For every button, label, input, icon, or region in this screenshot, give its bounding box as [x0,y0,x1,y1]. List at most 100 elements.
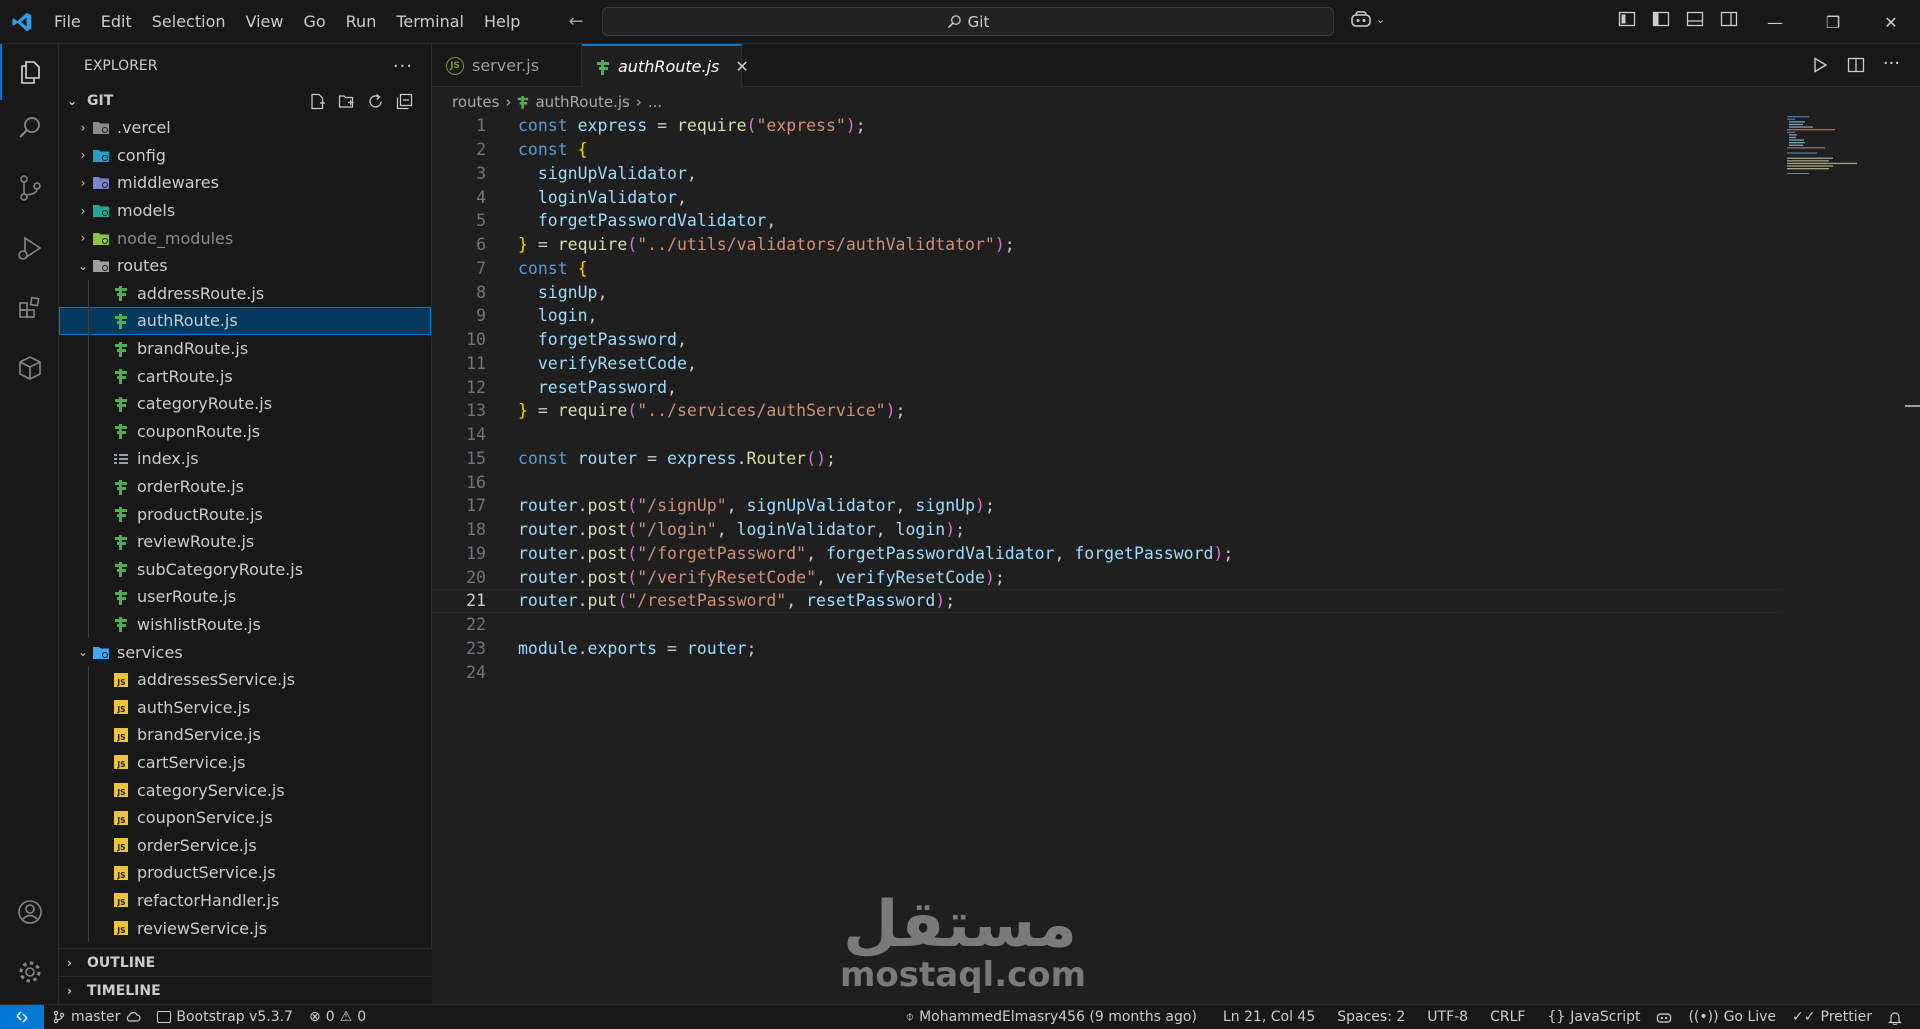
menu-item-help[interactable]: Help [474,0,530,44]
notifications-status[interactable] [1880,1010,1910,1025]
accounts-activity[interactable] [0,884,59,940]
tree-file[interactable]: JS brandService.js [59,721,431,749]
outline-section[interactable]: › OUTLINE [59,948,432,976]
code-line: 1 const express = require("express"); [432,114,1782,138]
tree-folder[interactable]: ⌄ services [59,638,431,666]
tree-file[interactable]: index.js [59,445,431,473]
menu-item-edit[interactable]: Edit [91,0,142,44]
code-editor[interactable]: 1 const express = require("express"); 2 con… [432,114,1782,682]
watermark-arabic: مستقل [842,888,1079,962]
tree-folder[interactable]: ⌄ routes [59,252,431,280]
tree-file[interactable]: JS addressesService.js [59,666,431,694]
cursor-position[interactable]: Ln 21, Col 45 [1215,1009,1323,1025]
menu-item-view[interactable]: View [236,0,294,44]
collapse-all-icon[interactable] [396,93,413,110]
tree-file[interactable]: JS couponService.js [59,804,431,832]
tree-file[interactable]: orderRoute.js [59,473,431,501]
tree-file[interactable]: JS authService.js [59,693,431,721]
line-number: 3 [476,163,486,183]
tree-folder[interactable]: › config [59,142,431,170]
bootstrap-status[interactable]: Bootstrap v5.3.7 [149,1009,301,1025]
editor-scrollbar[interactable] [1905,87,1920,1004]
tree-file[interactable]: addressRoute.js [59,280,431,308]
tree-file[interactable]: cartRoute.js [59,362,431,390]
breadcrumb-file[interactable]: authRoute.js [535,93,629,111]
tree-folder[interactable]: › .vercel [59,114,431,142]
customize-layout-icon[interactable] [1618,10,1636,28]
prettier-status[interactable]: ✓✓ Prettier [1784,1009,1880,1025]
tree-item-label: wishlistRoute.js [137,614,261,634]
toggle-secondary-sidebar-icon[interactable] [1720,10,1738,28]
tree-file[interactable]: JS orderService.js [59,831,431,859]
menu-item-run[interactable]: Run [336,0,387,44]
tree-file[interactable]: JS refactorHandler.js [59,887,431,915]
minimize-icon[interactable]: — [1746,0,1804,44]
toggle-primary-sidebar-icon[interactable] [1652,10,1670,28]
tab-server-js[interactable]: JS server.js [432,44,582,87]
menu-item-terminal[interactable]: Terminal [386,0,474,44]
workspace-folder-header[interactable]: ⌄ GIT [59,88,431,114]
tree-file[interactable]: JS productService.js [59,859,431,887]
line-number: 15 [466,448,486,468]
tree-file[interactable]: JS reviewService.js [59,914,431,942]
tab-authroute-js[interactable]: authRoute.js ✕ [582,44,749,87]
tree-folder[interactable]: › node_modules [59,224,431,252]
search-activity[interactable] [0,100,59,156]
problems-status[interactable]: ⊗ 0 ⚠ 0 [301,1009,374,1025]
tree-file[interactable]: JS cartService.js [59,749,431,777]
tree-item-label: index.js [137,449,199,469]
tree-file[interactable]: reviewRoute.js [59,528,431,556]
refresh-icon[interactable] [367,93,384,110]
split-editor-icon[interactable] [1847,56,1865,74]
tree-file[interactable]: userRoute.js [59,583,431,611]
timeline-section[interactable]: › TIMELINE [59,976,432,1004]
tree-file[interactable]: productRoute.js [59,500,431,528]
tree-file[interactable]: subCategoryRoute.js [59,556,431,584]
breadcrumb-more[interactable]: ... [648,93,662,111]
explorer-activity[interactable] [0,44,59,100]
tree-file[interactable]: authRoute.js [59,307,431,335]
chevron-down-icon: ⌄ [77,645,89,660]
close-window-icon[interactable]: ✕ [1862,0,1920,44]
back-arrow-icon[interactable]: ← [568,11,583,32]
indentation-status[interactable]: Spaces: 2 [1329,1009,1413,1025]
run-debug-activity[interactable] [0,220,59,276]
menu-item-file[interactable]: File [44,0,91,44]
branch-status[interactable]: master [44,1009,149,1025]
remote-indicator[interactable] [0,1004,44,1029]
line-number: 22 [466,615,486,635]
new-folder-icon[interactable] [338,93,355,110]
tree-file[interactable]: wishlistRoute.js [59,611,431,639]
new-file-icon[interactable] [309,93,326,110]
eol-status[interactable]: CRLF [1482,1009,1533,1025]
encoding-status[interactable]: UTF-8 [1419,1009,1476,1025]
breadcrumb-folder[interactable]: routes [452,93,499,111]
source-control-activity[interactable] [0,160,59,216]
git-blame-status[interactable]: ⌽ MohammedElmasry456 (9 months ago) [898,1009,1205,1025]
tree-file[interactable]: categoryRoute.js [59,390,431,418]
menu-item-go[interactable]: Go [293,0,335,44]
language-status[interactable]: {} JavaScript [1539,1009,1648,1025]
restore-icon[interactable]: ❐ [1804,0,1862,44]
tree-folder[interactable]: › middlewares [59,169,431,197]
containers-activity[interactable] [0,340,59,396]
manage-activity[interactable] [0,944,59,1000]
tree-file[interactable]: JS categoryService.js [59,776,431,804]
tree-folder[interactable]: › models [59,197,431,225]
more-actions-icon[interactable]: ··· [393,56,413,77]
minimap[interactable] [1785,114,1865,174]
close-icon[interactable]: ✕ [735,57,748,76]
menu-item-selection[interactable]: Selection [142,0,236,44]
tree-file[interactable]: couponRoute.js [59,418,431,446]
command-center-search[interactable]: Git [602,7,1334,36]
route-file-icon [111,478,131,496]
toggle-panel-icon[interactable] [1686,10,1704,28]
copilot-menu[interactable]: ⌄ [1350,10,1385,28]
copilot-status[interactable] [1648,1010,1680,1024]
run-icon[interactable] [1811,56,1829,74]
go-live-status[interactable]: ((•)) Go Live [1680,1009,1784,1025]
tree-file[interactable]: brandRoute.js [59,335,431,363]
more-actions-icon[interactable]: ··· [1883,55,1900,74]
extensions-activity[interactable] [0,280,59,336]
status-right: ⌽ MohammedElmasry456 (9 months ago) Ln 2… [898,1009,1910,1025]
